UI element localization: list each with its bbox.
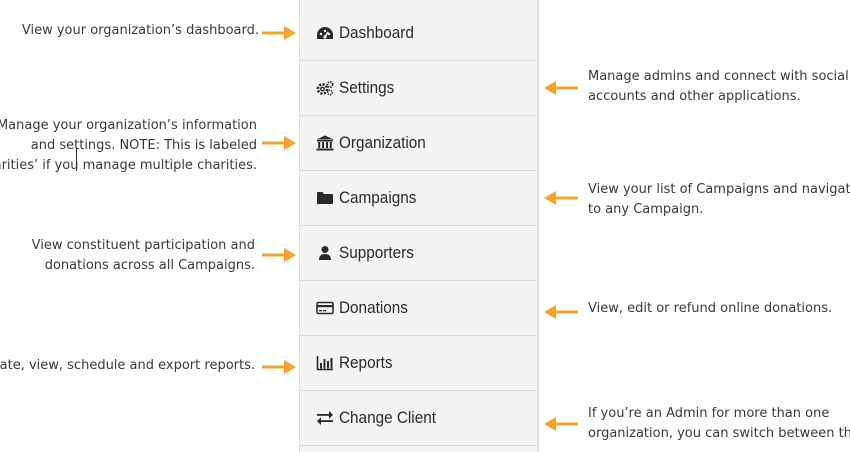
description-line: View constituent participation and — [31, 238, 255, 253]
nav-item-supporters[interactable]: Supporters — [300, 226, 538, 281]
description-settings: Manage admins and connect with social ac… — [588, 67, 849, 107]
description-line: View your list of Campaigns and navigate — [588, 182, 850, 197]
description-organization: Manage your organization’s information a… — [0, 116, 257, 176]
user-icon — [316, 245, 334, 261]
description-line: to any Campaign. — [588, 202, 704, 217]
description-supporters: View constituent participation and donat… — [32, 236, 255, 276]
arrow-left-icon — [544, 305, 578, 319]
description-campaigns: View your list of Campaigns and navigate… — [588, 180, 850, 220]
bar-chart-icon — [316, 355, 334, 371]
nav-item-reports[interactable]: Reports — [300, 336, 538, 391]
description-line: If you’re an Admin for more than one — [588, 406, 830, 421]
arrow-right-icon — [262, 26, 296, 40]
description-line: accounts and other applications. — [588, 89, 801, 104]
nav-item-label: Donations — [339, 298, 408, 317]
folder-icon — [316, 190, 334, 206]
nav-item-dashboard[interactable]: Dashboard — [300, 6, 538, 61]
description-donations: View, edit or refund online donations. — [588, 299, 832, 319]
nav-item-label: Organization — [339, 133, 426, 152]
arrow-right-icon — [262, 248, 296, 262]
nav-item-label: Campaigns — [339, 188, 417, 207]
nav-item-label: Settings — [339, 78, 395, 97]
nav-item-settings[interactable]: Settings — [300, 61, 538, 116]
nav-item-organization[interactable]: Organization — [300, 116, 538, 171]
nav-item-label: Dashboard — [339, 23, 414, 42]
building-columns-icon — [316, 135, 334, 151]
arrow-left-icon — [544, 81, 578, 95]
description-line: ‘Charities’ if you manage multiple chari… — [0, 158, 257, 173]
nav-item-campaigns[interactable]: Campaigns — [300, 171, 538, 226]
credit-card-icon — [316, 300, 334, 316]
nav-item-change-client[interactable]: Change Client — [300, 391, 538, 446]
arrow-right-icon — [262, 136, 296, 150]
dashboard-gauge-icon — [316, 25, 334, 41]
description-line: organization, you can switch between the… — [588, 426, 850, 441]
arrow-left-icon — [544, 417, 578, 431]
nav-item-label: Supporters — [339, 243, 414, 262]
exchange-arrows-icon — [316, 410, 334, 426]
description-reports: Create, view, schedule and export report… — [0, 356, 255, 376]
nav-item-label: Change Client — [339, 408, 436, 427]
gears-icon — [316, 80, 334, 96]
description-line: View, edit or refund online donations. — [588, 301, 833, 316]
description-line: donations across all Campaigns. — [44, 258, 255, 273]
description-line: Create, view, schedule and export report… — [0, 358, 255, 373]
description-change-client: If you’re an Admin for more than one org… — [588, 404, 850, 444]
description-line: Manage admins and connect with social — [588, 69, 849, 84]
description-line: View your organization’s dashboard. — [21, 23, 259, 38]
nav-item-label: Reports — [339, 353, 393, 372]
sidebar-menu: Dashboard Settings Organization Campaign… — [299, 0, 539, 452]
nav-item-donations[interactable]: Donations — [300, 281, 538, 336]
text-cursor — [76, 147, 77, 171]
description-line: and settings. NOTE: This is labeled — [30, 138, 257, 153]
description-dashboard: View your organization’s dashboard. — [22, 21, 259, 41]
arrow-right-icon — [262, 360, 296, 374]
arrow-left-icon — [544, 191, 578, 205]
description-line: Manage your organization’s information — [0, 118, 257, 133]
